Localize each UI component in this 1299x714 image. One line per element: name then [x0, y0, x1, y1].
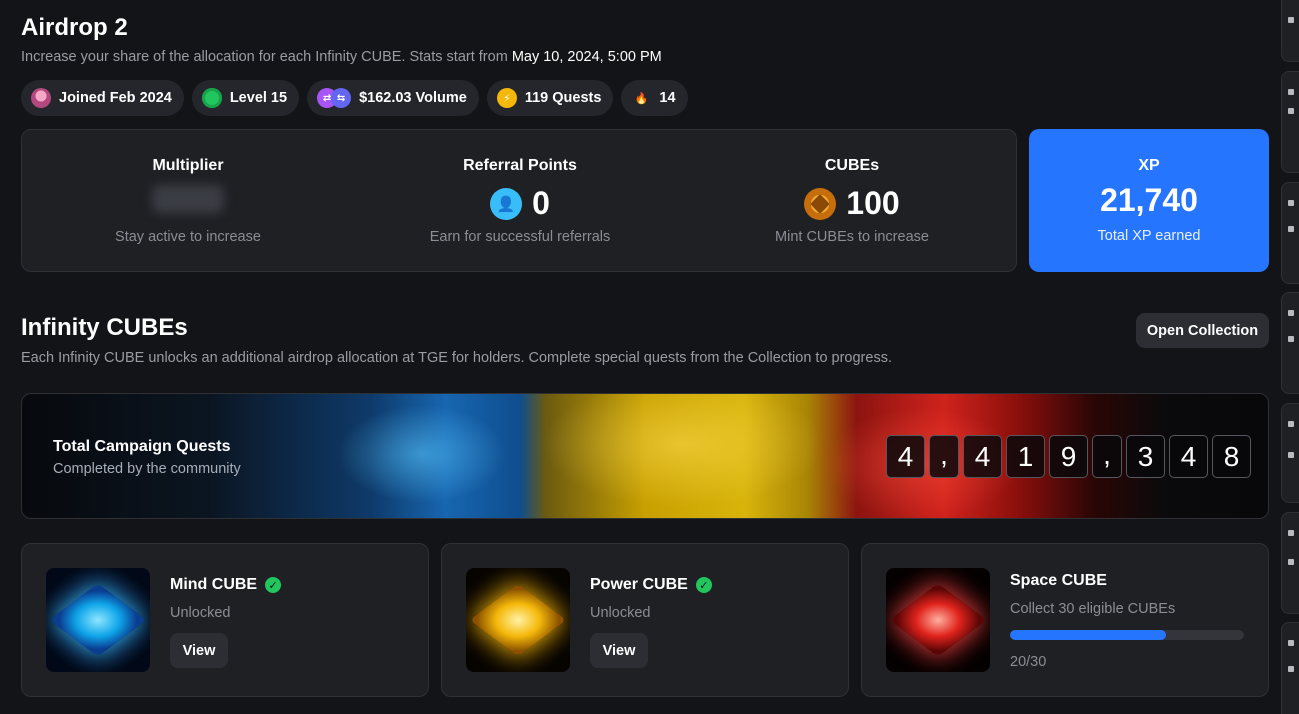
page-subtitle: Increase your share of the allocation fo… — [21, 49, 662, 65]
rail-card[interactable] — [1281, 292, 1299, 394]
referral-value: 0 — [532, 185, 550, 221]
power-cube-view-button[interactable]: View — [590, 633, 648, 668]
level-icon — [201, 88, 222, 108]
profile-pills: Joined Feb 2024 Level 15 ⇄ ⇆ $162.03 Volu… — [21, 80, 688, 116]
xp-caption: Total XP earned — [1097, 228, 1201, 244]
space-cube-card: Space CUBE Collect 30 eligible CUBEs 20/… — [861, 543, 1269, 697]
space-cube-name: Space CUBE — [1010, 572, 1107, 589]
counter-digit: 8 — [1212, 435, 1251, 478]
multiplier-caption: Stay active to increase — [115, 229, 261, 245]
counter-digit: 4 — [886, 435, 925, 478]
check-icon: ✓ — [695, 577, 712, 593]
rail-card[interactable] — [1281, 0, 1299, 62]
referral-title: Referral Points — [463, 157, 577, 174]
counter-separator: , — [1092, 435, 1122, 478]
cube-icon — [804, 187, 837, 220]
campaign-quests-banner: Total Campaign Quests Completed by the c… — [21, 393, 1269, 519]
xp-value: 21,740 — [1100, 182, 1198, 218]
rail-card[interactable] — [1281, 622, 1299, 714]
infinity-cubes-subtitle: Each Infinity CUBE unlocks an additional… — [21, 350, 892, 366]
counter-separator: , — [929, 435, 959, 478]
quests-pill[interactable]: ⚡ 119 Quests — [486, 80, 614, 116]
joined-label: Joined Feb 2024 — [59, 90, 172, 106]
volume-pill[interactable]: ⇄ ⇆ $162.03 Volume — [307, 80, 479, 116]
open-collection-button[interactable]: Open Collection — [1136, 313, 1269, 348]
streak-label: 14 — [659, 90, 676, 106]
cubes-caption: Mint CUBEs to increase — [775, 229, 929, 245]
power-cube-image — [466, 568, 570, 672]
counter-digit: 4 — [963, 435, 1002, 478]
joined-pill[interactable]: Joined Feb 2024 — [21, 80, 184, 116]
banner-subtitle: Completed by the community — [53, 461, 241, 477]
mind-cube-view-button[interactable]: View — [170, 633, 228, 668]
xp-card: XP 21,740 Total XP earned — [1029, 129, 1269, 272]
space-cube-progress-bar — [1010, 630, 1244, 640]
mind-cube-card: Mind CUBE ✓ Unlocked View — [21, 543, 429, 697]
progress-fill — [1010, 630, 1166, 640]
stats-start-date: May 10, 2024, 5:00 PM — [511, 49, 662, 65]
counter-digit: 4 — [1169, 435, 1208, 478]
mind-cube-name: Mind CUBE — [170, 576, 258, 593]
cubes-value: 100 — [846, 185, 900, 221]
referral-stat: Referral Points 👤 0 Earn for successful … — [354, 130, 686, 271]
banner-title: Total Campaign Quests — [53, 438, 231, 455]
multiplier-value-blurred — [152, 185, 224, 213]
subtitle-text: Increase your share of the allocation fo… — [21, 49, 508, 65]
space-cube-requirement: Collect 30 eligible CUBEs — [1010, 601, 1176, 617]
rail-card[interactable] — [1281, 512, 1299, 614]
check-icon: ✓ — [265, 577, 282, 593]
add-user-icon: 👤 — [490, 187, 523, 220]
rail-card[interactable] — [1281, 182, 1299, 284]
multiplier-stat: Multiplier Stay active to increase — [22, 130, 354, 271]
quests-label: 119 Quests — [524, 90, 602, 106]
stats-card: Multiplier Stay active to increase Refer… — [21, 129, 1017, 272]
power-cube-card: Power CUBE ✓ Unlocked View — [441, 543, 849, 697]
fire-icon: 🔥 — [634, 92, 649, 105]
counter-digit: 1 — [1006, 435, 1045, 478]
space-cube-progress-text: 20/30 — [1010, 654, 1047, 670]
volume-icon: ⇄ ⇆ — [317, 88, 352, 108]
level-pill[interactable]: Level 15 — [191, 80, 300, 116]
cubes-stat: CUBEs 100 Mint CUBEs to increase — [686, 130, 1018, 271]
rail-card[interactable] — [1281, 71, 1299, 173]
volume-label: $162.03 Volume — [359, 90, 467, 106]
mind-cube-image — [46, 568, 150, 672]
referral-caption: Earn for successful referrals — [429, 229, 611, 245]
space-cube-image — [886, 568, 990, 672]
avatar-icon — [31, 88, 51, 108]
mind-cube-status: Unlocked — [170, 605, 231, 621]
cubes-title: CUBEs — [824, 157, 880, 174]
page-title: Airdrop 2 — [21, 14, 128, 41]
counter-digit: 9 — [1049, 435, 1088, 478]
level-label: Level 15 — [229, 90, 288, 106]
quest-counter: 4 , 4 1 9 , 3 4 8 — [886, 435, 1251, 478]
right-side-rail — [1281, 0, 1299, 714]
infinity-cubes-title: Infinity CUBEs — [21, 314, 188, 341]
multiplier-title: Multiplier — [152, 157, 224, 174]
counter-digit: 3 — [1126, 435, 1165, 478]
streak-pill[interactable]: 🔥 14 — [621, 80, 688, 116]
power-cube-name: Power CUBE — [590, 576, 688, 593]
rail-card[interactable] — [1281, 403, 1299, 503]
lightning-icon: ⚡ — [496, 88, 517, 108]
power-cube-status: Unlocked — [590, 605, 651, 621]
xp-title: XP — [1138, 157, 1160, 174]
